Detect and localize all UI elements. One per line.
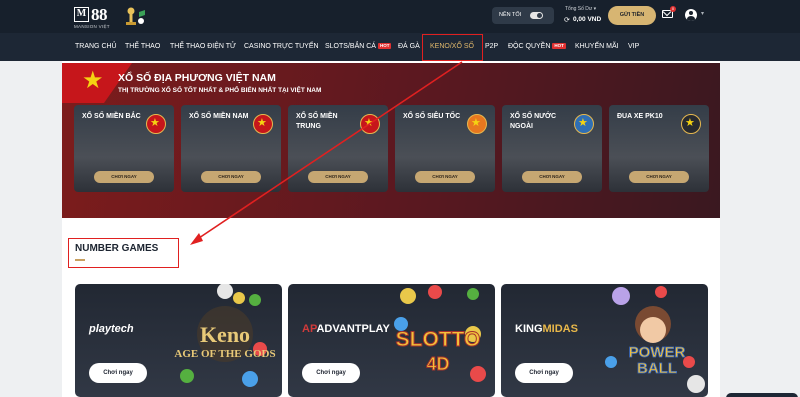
- lottery-card-north[interactable]: XỔ SỐ MIỀN BẮC CHƠI NGAY: [74, 105, 174, 192]
- game-card-advantplay-slotto[interactable]: APADVANTPLAY SLOTTO 4D Chơi ngay: [288, 284, 495, 397]
- slotto-game-art: SLOTTO 4D: [394, 285, 486, 382]
- lottery-ball-icon: [467, 114, 487, 134]
- nav-item-home[interactable]: TRANG CHỦ: [75, 43, 117, 50]
- lottery-title: XỔ SỐ ĐỊA PHƯƠNG VIỆT NAM: [118, 72, 276, 84]
- game-card-kingmidas-powerball[interactable]: KINGMIDAS POWER BALL Chơi ngay: [501, 284, 708, 397]
- top-header: M 88 MANSION VIỆT NỀN TỐI Tổng Số Dư ▾ ⟳…: [0, 0, 800, 33]
- vietnam-emblem-icon: [360, 114, 380, 134]
- globe-emblem-icon: [574, 114, 594, 134]
- nav-item-promotions[interactable]: KHUYẾN MÃI: [575, 43, 619, 50]
- nav-item-vip[interactable]: VIP: [628, 43, 639, 50]
- page: M 88 MANSION VIỆT NỀN TỐI Tổng Số Dư ▾ ⟳…: [0, 0, 800, 397]
- provider-logo: playtech: [89, 323, 134, 335]
- nav-item-sports[interactable]: THỂ THAO: [125, 43, 160, 50]
- hot-badge: HOT: [552, 43, 566, 49]
- hot-badge: HOT: [377, 43, 392, 49]
- dark-mode-label: NỀN TỐI: [499, 12, 522, 18]
- nav-label: P2P: [485, 43, 499, 50]
- nav-label: THỂ THAO: [125, 43, 161, 50]
- provider-prefix: AP: [302, 323, 317, 335]
- race-car-icon: [681, 114, 701, 134]
- dark-mode-toggle[interactable]: NỀN TỐI: [492, 7, 554, 24]
- nav-label: ĐỘC QUYỀN: [508, 43, 551, 50]
- nav-label: VIP: [628, 43, 640, 50]
- nav-item-esports[interactable]: THỂ THAO ĐIỆN TỬ: [170, 43, 236, 50]
- toggle-switch-icon: [530, 12, 543, 19]
- play-now-button[interactable]: CHƠI NGAY: [415, 171, 475, 183]
- mail-badge: 0: [670, 6, 676, 12]
- nav-label: TRANG CHỦ: [75, 43, 117, 50]
- nav-item-p2p[interactable]: P2P: [485, 43, 498, 50]
- play-now-button[interactable]: CHƠI NGAY: [308, 171, 368, 183]
- lottery-card-south[interactable]: XỔ SỐ MIỀN NAM CHƠI NGAY: [181, 105, 281, 192]
- keno-game-art: Keno AGE OF THE GODS: [174, 284, 276, 387]
- keno-art-subtext: AGE OF THE GODS: [174, 348, 275, 360]
- balance-label: Tổng Số Dư ▾: [565, 6, 597, 12]
- vietnam-emblem-icon: [146, 114, 166, 134]
- chat-widget[interactable]: [726, 393, 798, 397]
- keno-art-text: Keno: [200, 322, 250, 347]
- lottery-card-name: XỔ SỐ MIỀN BẮC: [82, 113, 141, 120]
- nav-item-exclusive[interactable]: ĐỘC QUYỀN HOT: [508, 43, 566, 50]
- vietnam-emblem-icon: [253, 114, 273, 134]
- play-now-button[interactable]: CHƠI NGAY: [522, 171, 582, 183]
- trophy-icon: [126, 7, 145, 25]
- play-now-button[interactable]: Chơi ngay: [515, 363, 573, 383]
- nav-label: KHUYẾN MÃI: [575, 43, 619, 50]
- balance-widget[interactable]: Tổng Số Dư ▾ ⟳ 0,00 VND: [562, 6, 612, 26]
- provider-prefix: KING: [515, 323, 543, 335]
- play-now-button[interactable]: CHƠI NGAY: [201, 171, 261, 183]
- lottery-card-name: XỔ SỐ SIÊU TỐC: [403, 113, 461, 120]
- lottery-card-name: XỔ SỐ MIỀN NAM: [189, 113, 249, 120]
- lottery-card-name: ĐUA XE PK10: [617, 113, 663, 120]
- chevron-down-icon[interactable]: ▾: [701, 10, 704, 17]
- balance-value: 0,00 VND: [573, 16, 602, 23]
- lottery-card-name: XỔ SỐ MIỀN TRUNG: [296, 113, 338, 130]
- play-now-button[interactable]: Chơi ngay: [89, 363, 147, 383]
- powerball-art-text: POWER: [629, 344, 686, 361]
- lottery-card-name: XỔ SỐ NƯỚC NGOÀI: [510, 113, 557, 130]
- lottery-card-pk10[interactable]: ĐUA XE PK10 CHƠI NGAY: [609, 105, 709, 192]
- game-card-playtech-keno[interactable]: playtech Keno AGE OF THE GODS Chơi ngay: [75, 284, 282, 397]
- provider-name: playtech: [89, 323, 134, 335]
- slotto-art-text: SLOTTO: [396, 328, 481, 351]
- logo-number: 88: [91, 5, 108, 24]
- provider-logo: APADVANTPLAY: [302, 323, 390, 335]
- user-avatar-icon[interactable]: [685, 9, 697, 21]
- slotto-art-subtext: 4D: [426, 354, 449, 374]
- lottery-card-foreign[interactable]: XỔ SỐ NƯỚC NGOÀI CHƠI NGAY: [502, 105, 602, 192]
- nav-item-slots[interactable]: SLOTS/BẮN CÁ HOT: [325, 43, 392, 50]
- nav-label: THỂ THAO ĐIỆN TỬ: [170, 43, 237, 50]
- refresh-icon[interactable]: ⟳: [564, 16, 570, 24]
- nav-label: CASINO TRỰC TUYẾN: [244, 43, 319, 50]
- highlight-box-number-games: [68, 238, 179, 268]
- lottery-card-central[interactable]: XỔ SỐ MIỀN TRUNG CHƠI NGAY: [288, 105, 388, 192]
- nav-item-casino[interactable]: CASINO TRỰC TUYẾN: [244, 43, 319, 50]
- nav-label: SLOTS/BẮN CÁ: [325, 43, 376, 50]
- powerball-game-art: POWER BALL: [605, 286, 705, 393]
- main-nav: TRANG CHỦ THỂ THAO THỂ THAO ĐIỆN TỬ CASI…: [0, 33, 800, 61]
- nav-item-cockfight[interactable]: ĐÁ GÀ: [398, 43, 420, 50]
- lottery-card-super-fast[interactable]: XỔ SỐ SIÊU TỐC CHƠI NGAY: [395, 105, 495, 192]
- powerball-art-subtext: BALL: [637, 360, 677, 377]
- highlight-box-nav-keno: [422, 34, 483, 61]
- lottery-subtitle: THỊ TRƯỜNG XỔ SỐ TỐT NHẤT & PHỔ BIẾN NHẤ…: [118, 87, 322, 94]
- deposit-button[interactable]: GỬI TIỀN: [608, 6, 656, 25]
- provider-name: MIDAS: [542, 323, 578, 335]
- logo-subtitle: MANSION VIỆT: [74, 24, 110, 29]
- nav-label: ĐÁ GÀ: [398, 43, 420, 50]
- logo-mark: M: [74, 7, 89, 22]
- play-now-button[interactable]: Chơi ngay: [302, 363, 360, 383]
- site-logo[interactable]: M 88 MANSION VIỆT: [74, 5, 154, 30]
- play-now-button[interactable]: CHƠI NGAY: [629, 171, 689, 183]
- provider-logo: KINGMIDAS: [515, 323, 578, 335]
- lottery-banner: ★ XỔ SỐ ĐỊA PHƯƠNG VIỆT NAM THỊ TRƯỜNG X…: [62, 63, 720, 218]
- play-now-button[interactable]: CHƠI NGAY: [94, 171, 154, 183]
